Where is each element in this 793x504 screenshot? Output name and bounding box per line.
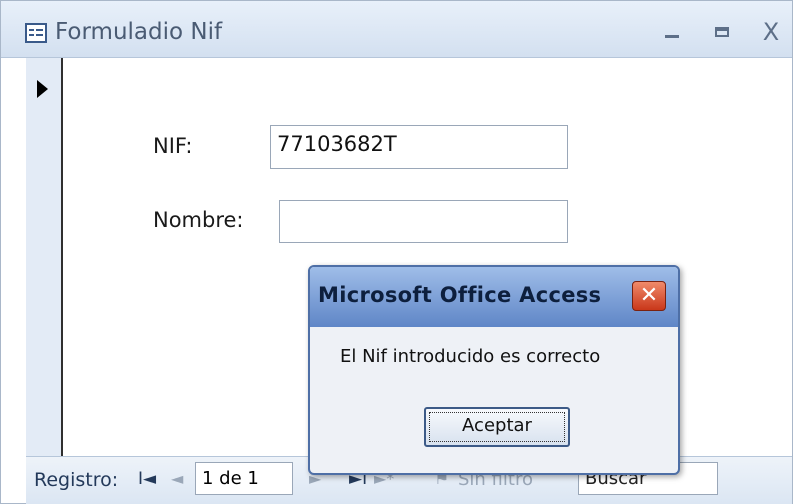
nif-label: NIF: bbox=[153, 134, 193, 158]
record-label: Registro: bbox=[34, 469, 119, 491]
close-button[interactable]: X bbox=[756, 17, 786, 47]
dialog-message: El Nif introducido es correcto bbox=[340, 346, 601, 367]
form-title: Formuladio Nif bbox=[55, 19, 223, 45]
ok-button[interactable]: Aceptar bbox=[424, 407, 570, 447]
message-dialog: Microsoft Office Access ✕ El Nif introdu… bbox=[308, 265, 680, 475]
minimize-icon bbox=[665, 35, 679, 38]
maximize-icon bbox=[715, 27, 729, 37]
maximize-button[interactable] bbox=[708, 17, 738, 47]
focus-rectangle bbox=[429, 412, 565, 442]
nif-input[interactable]: 77103682T bbox=[270, 125, 568, 169]
close-icon: X bbox=[762, 18, 780, 46]
record-position-field[interactable]: 1 de 1 bbox=[195, 462, 293, 495]
record-selector[interactable] bbox=[26, 58, 63, 456]
form-titlebar[interactable]: Formuladio Nif X bbox=[1, 1, 792, 58]
form-icon bbox=[25, 23, 47, 43]
first-record-icon[interactable]: I◄ bbox=[138, 469, 156, 489]
dialog-title: Microsoft Office Access bbox=[318, 283, 602, 307]
dialog-titlebar[interactable]: Microsoft Office Access ✕ bbox=[310, 267, 678, 327]
dialog-close-button[interactable]: ✕ bbox=[632, 281, 666, 311]
nombre-input[interactable] bbox=[279, 200, 568, 243]
nombre-label: Nombre: bbox=[153, 208, 244, 232]
minimize-button[interactable] bbox=[657, 17, 687, 47]
close-icon: ✕ bbox=[639, 283, 659, 308]
previous-record-icon[interactable]: ◄ bbox=[171, 469, 183, 488]
current-record-arrow-icon bbox=[37, 80, 48, 98]
